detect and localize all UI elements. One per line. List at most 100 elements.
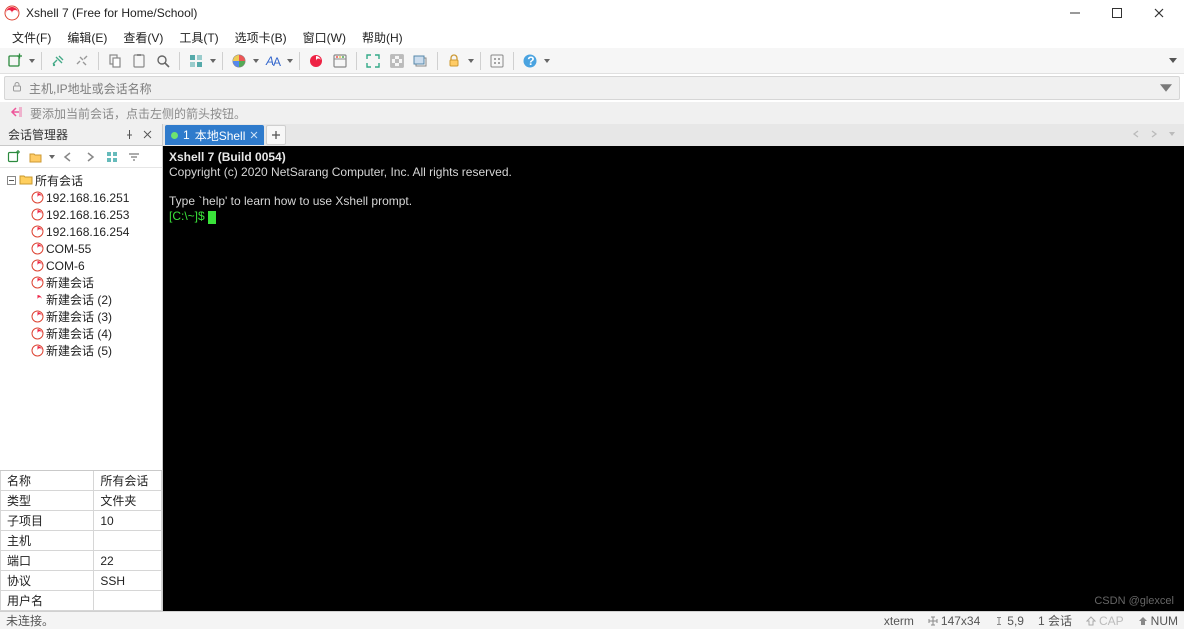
prop-val: 22: [94, 551, 162, 571]
workspace: 会话管理器 所有会话 192.168.16.251 192.168.16.253…: [0, 124, 1184, 611]
status-size: 147x34: [928, 614, 980, 628]
color-drop[interactable]: [252, 59, 260, 63]
ontop-button[interactable]: [410, 50, 432, 72]
lock-icon: [11, 81, 23, 96]
session-item[interactable]: 新建会话 (4): [0, 325, 162, 342]
sessions-panel: 会话管理器 所有会话 192.168.16.251 192.168.16.253…: [0, 124, 163, 611]
session-item[interactable]: 192.168.16.253: [0, 206, 162, 223]
menu-file[interactable]: 文件(F): [4, 27, 59, 48]
xagent-button[interactable]: [305, 50, 327, 72]
session-item[interactable]: 新建会话 (3): [0, 308, 162, 325]
session-item[interactable]: COM-6: [0, 257, 162, 274]
status-dot-icon: [171, 132, 178, 139]
prop-key: 端口: [1, 551, 94, 571]
tipbar-text: 要添加当前会话，点击左侧的箭头按钮。: [30, 105, 246, 122]
session-properties: 名称所有会话 类型文件夹 子项目10 主机 端口22 协议SSH 用户名: [0, 470, 162, 611]
font-button[interactable]: AA: [262, 50, 284, 72]
tab-add-button[interactable]: [266, 125, 286, 145]
window-controls: [1054, 0, 1180, 26]
copy-button[interactable]: [104, 50, 126, 72]
layout-drop[interactable]: [209, 59, 217, 63]
tab-prev-button[interactable]: [1128, 126, 1144, 142]
new-folder-small-button[interactable]: [26, 147, 46, 167]
script-button[interactable]: [329, 50, 351, 72]
close-button[interactable]: [1138, 0, 1180, 26]
back-button[interactable]: [58, 147, 78, 167]
session-item-label: 192.168.16.253: [46, 208, 129, 222]
svg-text:?: ?: [527, 54, 534, 68]
session-icon: [30, 276, 44, 290]
tab-next-button[interactable]: [1146, 126, 1162, 142]
tab-nav: [1128, 126, 1180, 142]
find-button[interactable]: [152, 50, 174, 72]
session-item[interactable]: COM-55: [0, 240, 162, 257]
tab-close-button[interactable]: [250, 128, 258, 142]
terminal[interactable]: Xshell 7 (Build 0054) Copyright (c) 2020…: [163, 146, 1184, 611]
tab-label: 本地Shell: [195, 127, 246, 144]
prop-row: 类型文件夹: [1, 491, 162, 511]
color-button[interactable]: [228, 50, 250, 72]
pin-button[interactable]: [120, 126, 138, 144]
menu-tools[interactable]: 工具(T): [171, 27, 226, 48]
transparency-button[interactable]: [386, 50, 408, 72]
panel-close-button[interactable]: [138, 126, 156, 144]
session-item[interactable]: 新建会话: [0, 274, 162, 291]
status-num: NUM: [1138, 614, 1178, 628]
toolbar-overflow[interactable]: [1166, 48, 1180, 74]
tab-local-shell[interactable]: 1 本地Shell: [165, 125, 264, 145]
session-item[interactable]: 新建会话 (5): [0, 342, 162, 359]
minimize-button[interactable]: [1054, 0, 1096, 26]
connect-button[interactable]: [47, 50, 69, 72]
terminal-line: Copyright (c) 2020 NetSarang Computer, I…: [169, 165, 512, 179]
prop-key: 子项目: [1, 511, 94, 531]
addressbar-placeholder: 主机,IP地址或会话名称: [29, 80, 152, 97]
session-item-label: 192.168.16.251: [46, 191, 129, 205]
new-session-button[interactable]: [4, 50, 26, 72]
tree-root[interactable]: 所有会话: [0, 172, 162, 189]
options-button[interactable]: [486, 50, 508, 72]
help-button[interactable]: ?: [519, 50, 541, 72]
session-item-label: COM-6: [46, 259, 85, 273]
prop-row: 名称所有会话: [1, 471, 162, 491]
maximize-button[interactable]: [1096, 0, 1138, 26]
prop-key: 类型: [1, 491, 94, 511]
layout-button[interactable]: [185, 50, 207, 72]
statusbar: 未连接。 xterm 147x34 5,9 1 会话 CAP NUM: [0, 611, 1184, 629]
separator: [356, 52, 357, 70]
session-tree[interactable]: 所有会话 192.168.16.251 192.168.16.253 192.1…: [0, 168, 162, 470]
session-item-label: 新建会话 (4): [46, 325, 112, 342]
paste-button[interactable]: [128, 50, 150, 72]
new-session-small-button[interactable]: [4, 147, 24, 167]
forward-button[interactable]: [80, 147, 100, 167]
session-item-label: 新建会话: [46, 274, 94, 291]
help-drop[interactable]: [543, 59, 551, 63]
disconnect-button[interactable]: [71, 50, 93, 72]
lock-drop[interactable]: [467, 59, 475, 63]
prop-row: 主机: [1, 531, 162, 551]
view-toggle-button[interactable]: [102, 147, 122, 167]
separator: [41, 52, 42, 70]
addressbar-drop[interactable]: [1159, 82, 1173, 94]
sessions-panel-toolbar: [0, 146, 162, 168]
menu-window[interactable]: 窗口(W): [295, 27, 354, 48]
tab-list-button[interactable]: [1164, 126, 1180, 142]
menu-help[interactable]: 帮助(H): [354, 27, 411, 48]
new-folder-drop[interactable]: [48, 155, 56, 159]
session-item[interactable]: 新建会话 (2): [0, 291, 162, 308]
prop-val: SSH: [94, 571, 162, 591]
lock-button[interactable]: [443, 50, 465, 72]
new-session-drop[interactable]: [28, 59, 36, 63]
fullscreen-button[interactable]: [362, 50, 384, 72]
session-item[interactable]: 192.168.16.251: [0, 189, 162, 206]
font-drop[interactable]: [286, 59, 294, 63]
collapse-icon[interactable]: [6, 175, 17, 186]
menu-view[interactable]: 查看(V): [115, 27, 171, 48]
session-icon: [30, 327, 44, 341]
prop-row: 用户名: [1, 591, 162, 611]
menu-tabs[interactable]: 选项卡(B): [227, 27, 295, 48]
addressbar[interactable]: 主机,IP地址或会话名称: [4, 76, 1180, 100]
session-icon: [30, 293, 44, 307]
filter-button[interactable]: [124, 147, 144, 167]
menu-edit[interactable]: 编辑(E): [59, 27, 115, 48]
session-item[interactable]: 192.168.16.254: [0, 223, 162, 240]
